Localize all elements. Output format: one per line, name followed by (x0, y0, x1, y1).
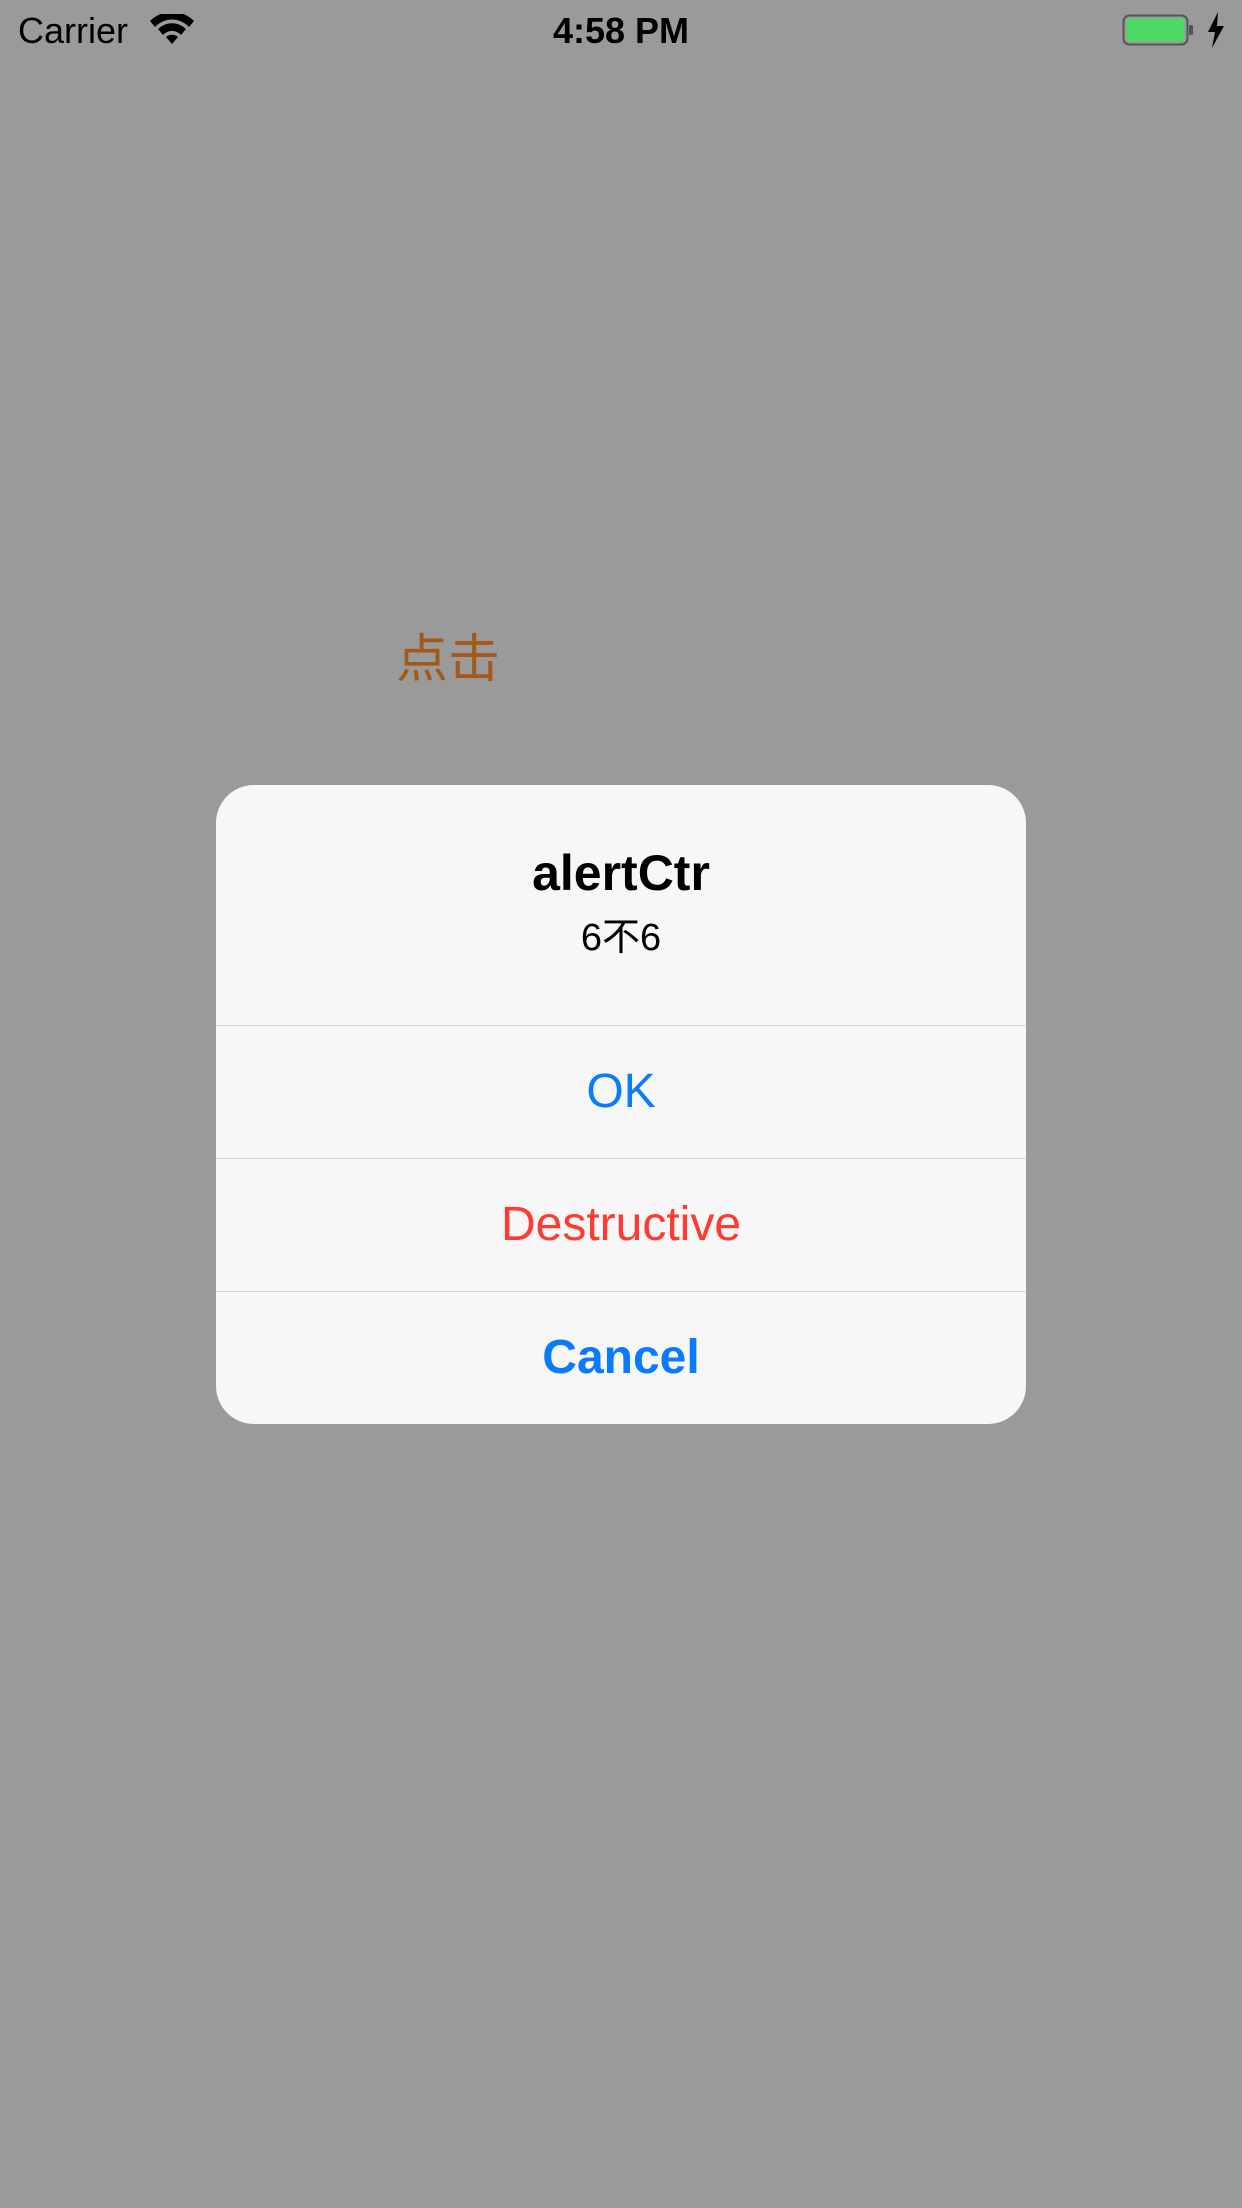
clock: 4:58 PM (552, 10, 690, 51)
cancel-button[interactable]: Cancel (216, 1291, 1026, 1424)
ok-button[interactable]: OK (216, 1025, 1026, 1158)
alert-message: 6不6 (580, 917, 662, 959)
alert-title: alertCtr (532, 845, 710, 901)
charging-bolt-icon (1208, 12, 1224, 48)
battery-icon (1122, 14, 1193, 46)
status-bar: Carrier 4:58 PM (0, 0, 1242, 62)
alert-header: alertCtr 6不6 (216, 785, 1026, 1025)
trigger-button[interactable]: 点击 (396, 630, 500, 690)
alert-dialog: alertCtr 6不6 OK Destructive Cancel (216, 785, 1026, 1424)
destructive-button[interactable]: Destructive (216, 1158, 1026, 1291)
